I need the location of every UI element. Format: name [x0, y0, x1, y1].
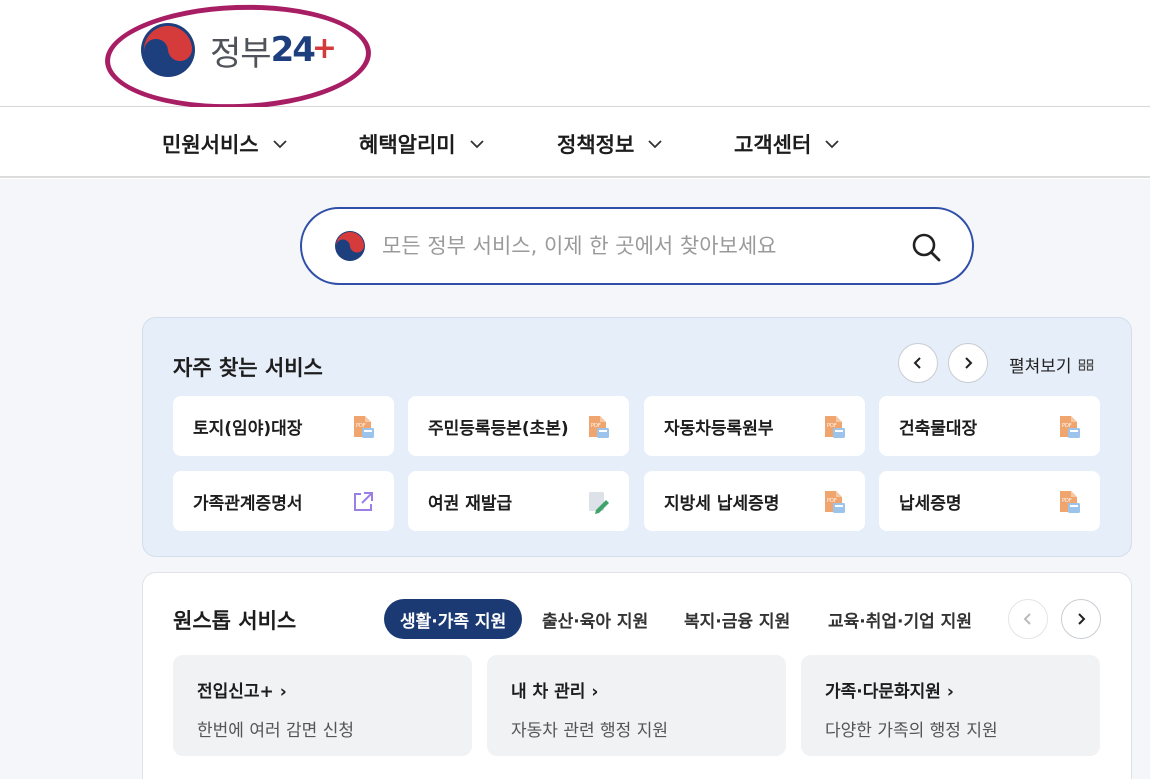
expand-button[interactable]: 펼쳐보기: [1009, 352, 1094, 377]
onestop-services-panel: 원스톱 서비스 생활·가족 지원 출산·육아 지원 복지·금융 지원 교육·취업…: [142, 572, 1132, 779]
card-description: 한번에 여러 감면 신청: [197, 721, 354, 741]
site-header: 정부 24 +: [0, 0, 1150, 114]
onestop-card-my-car[interactable]: 내 차 관리 › 자동차 관련 행정 지원: [487, 655, 786, 756]
service-item-resident-register[interactable]: 주민등록등본(초본) PDF: [408, 396, 629, 456]
frequent-services-title: 자주 찾는 서비스: [173, 356, 323, 380]
tabs-prev-button[interactable]: [1008, 599, 1048, 639]
tab-birth-childcare[interactable]: 출산·육아 지원: [542, 599, 648, 639]
frequent-services-panel: 자주 찾는 서비스 펼쳐보기 토지(임야)대장 PDF 주민등록등본(초본) P…: [142, 317, 1132, 557]
tabs-next-button[interactable]: [1061, 599, 1101, 639]
service-item-family-relations[interactable]: 가족관계증명서: [173, 471, 394, 531]
taegeuk-emblem-icon: [335, 231, 365, 261]
chevron-right-icon: ›: [591, 682, 599, 702]
card-title: 전입신고+: [197, 682, 274, 702]
edit-doc-icon: [589, 492, 609, 514]
search-bar: [300, 207, 974, 285]
card-title-row: 전입신고+ ›: [197, 677, 472, 702]
nav-item-label: 고객센터: [734, 133, 812, 157]
service-item-building-register[interactable]: 건축물대장 PDF: [879, 396, 1100, 456]
prev-button[interactable]: [898, 343, 938, 383]
chevron-down-icon: [825, 140, 839, 149]
chevron-left-icon: [913, 357, 921, 369]
onestop-card-move-in[interactable]: 전입신고+ › 한번에 여러 감면 신청: [173, 655, 472, 756]
nav-item-label: 민원서비스: [162, 133, 259, 157]
service-label: 납세증명: [899, 493, 962, 514]
chevron-right-icon: ›: [946, 682, 954, 702]
nav-item-label: 혜택알리미: [359, 133, 456, 157]
service-label: 토지(임야)대장: [193, 418, 303, 439]
pdf-doc-icon: PDF: [1060, 491, 1080, 513]
card-description: 자동차 관련 행정 지원: [511, 721, 668, 741]
nav-item-customer-center[interactable]: 고객센터: [734, 129, 841, 159]
service-label: 지방세 납세증명: [664, 493, 780, 514]
tab-education-jobs-business[interactable]: 교육·취업·기업 지원: [828, 599, 972, 639]
pdf-doc-icon: PDF: [1060, 416, 1080, 438]
service-item-passport-reissue[interactable]: 여권 재발급: [408, 471, 629, 531]
chevron-left-icon: [1023, 613, 1031, 625]
chevron-right-icon: [965, 357, 973, 369]
search-input[interactable]: [382, 234, 902, 258]
chevron-right-icon: [1078, 613, 1086, 625]
card-title-row: 내 차 관리 ›: [511, 677, 786, 702]
nav-item-benefits[interactable]: 혜택알리미: [359, 129, 486, 159]
logo-highlight-ring: [103, 0, 373, 114]
service-item-vehicle-register[interactable]: 자동차등록원부 PDF: [644, 396, 865, 456]
card-description: 다양한 가족의 행정 지원: [825, 721, 998, 741]
next-button[interactable]: [948, 343, 988, 383]
grid-icon: [1078, 358, 1093, 371]
tab-welfare-finance[interactable]: 복지·금융 지원: [684, 599, 790, 639]
pdf-doc-icon: PDF: [589, 416, 609, 438]
onestop-title: 원스톱 서비스: [173, 609, 297, 633]
chevron-right-icon: ›: [279, 682, 287, 702]
service-label: 여권 재발급: [428, 493, 513, 514]
main-content: 자주 찾는 서비스 펼쳐보기 토지(임야)대장 PDF: [0, 179, 1150, 779]
chevron-down-icon: [272, 140, 287, 149]
pdf-doc-icon: PDF: [825, 416, 845, 438]
search-icon[interactable]: [910, 231, 942, 263]
external-link-icon: [354, 492, 373, 511]
service-item-tax-cert[interactable]: 납세증명 PDF: [879, 471, 1100, 531]
service-label: 건축물대장: [899, 418, 978, 439]
card-title: 내 차 관리: [511, 682, 586, 702]
pdf-doc-icon: PDF: [354, 416, 374, 438]
service-label: 자동차등록원부: [664, 418, 774, 439]
service-item-local-tax-cert[interactable]: 지방세 납세증명 PDF: [644, 471, 865, 531]
nav-item-label: 정책정보: [557, 133, 635, 157]
nav-item-civil-services[interactable]: 민원서비스: [162, 129, 289, 159]
chevron-down-icon: [469, 140, 484, 149]
service-item-land-register[interactable]: 토지(임야)대장 PDF: [173, 396, 394, 456]
tab-life-family[interactable]: 생활·가족 지원: [384, 599, 523, 639]
onestop-card-family-multicultural[interactable]: 가족·다문화지원 › 다양한 가족의 행정 지원: [801, 655, 1100, 756]
chevron-down-icon: [648, 140, 662, 149]
card-title: 가족·다문화지원: [825, 682, 941, 702]
nav-item-policy[interactable]: 정책정보: [557, 129, 664, 159]
service-label: 가족관계증명서: [193, 493, 303, 514]
card-title-row: 가족·다문화지원 ›: [825, 677, 1100, 702]
service-label: 주민등록등본(초본): [428, 418, 569, 439]
pdf-doc-icon: PDF: [825, 491, 845, 513]
expand-label: 펼쳐보기: [1009, 357, 1072, 377]
main-nav: 민원서비스 혜택알리미 정책정보 고객센터: [0, 107, 1150, 178]
